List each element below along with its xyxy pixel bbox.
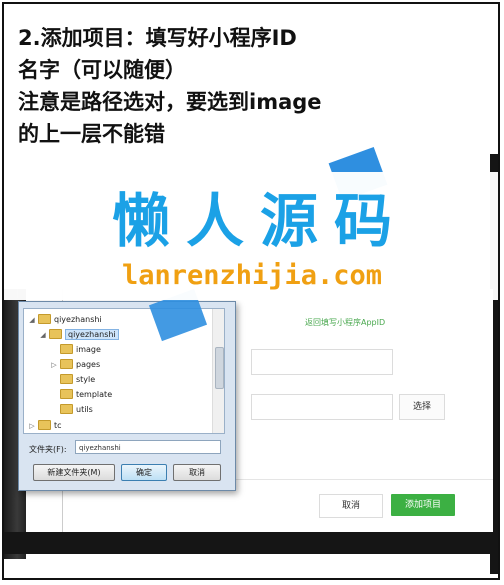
folder-icon xyxy=(60,358,73,369)
add-project-button[interactable]: 添加项目 xyxy=(391,494,455,516)
expand-arrow-icon[interactable]: ▷ xyxy=(28,419,36,433)
tree-item-label: tc xyxy=(54,421,62,430)
instruction-text: 2.添加项目：填写好小程序ID 名字（可以随便） 注意是路径选对，要选到imag… xyxy=(18,22,498,150)
expand-arrow-icon[interactable]: ◢ xyxy=(28,313,36,327)
tree-item-qiyezhanshi[interactable]: ◢ qiyezhanshi xyxy=(39,328,119,342)
appid-hint-link[interactable]: 返回填写小程序AppID xyxy=(305,317,385,328)
tree-item-label: utils xyxy=(76,405,93,414)
folder-icon xyxy=(60,403,73,414)
instruction-line-2: 名字（可以随便） xyxy=(18,58,186,82)
tree-item-label: template xyxy=(76,390,113,399)
appid-input[interactable] xyxy=(251,349,393,375)
tree-item-template[interactable]: template xyxy=(50,388,112,402)
browse-folder-dialog: ◢ qiyezhanshi ◢ qiyezhanshi image ▷ pages style… xyxy=(18,301,236,491)
tree-item-style[interactable]: style xyxy=(50,373,95,387)
watermark-title: 懒人源码 xyxy=(111,187,408,255)
background-dark-bottom xyxy=(4,532,498,554)
folder-icon xyxy=(60,343,73,354)
dialog-cancel-button[interactable]: 取消 xyxy=(173,464,221,481)
tree-item-image[interactable]: image xyxy=(50,343,101,357)
expand-arrow-icon[interactable]: ◢ xyxy=(39,328,47,342)
expand-arrow-icon[interactable]: ▷ xyxy=(50,358,58,372)
instruction-line-3: 注意是路径选对，要选到image xyxy=(18,90,322,114)
folder-label: 文件夹(F): xyxy=(29,445,67,454)
choose-folder-button[interactable]: 选择 xyxy=(399,394,445,420)
folder-icon xyxy=(49,328,62,339)
watermark-url: lanrenzhijia.com xyxy=(121,260,383,291)
folder-icon xyxy=(60,388,73,399)
instruction-line-1: 2.添加项目：填写好小程序ID xyxy=(18,26,297,50)
cancel-button[interactable]: 取消 xyxy=(319,494,383,518)
project-path-input[interactable] xyxy=(251,394,393,420)
tree-item-pages[interactable]: ▷ pages xyxy=(50,358,100,372)
tree-item-label: image xyxy=(76,345,101,354)
tree-item-label: pages xyxy=(76,360,101,369)
folder-path-input[interactable]: qiyezhanshi xyxy=(75,440,221,454)
new-folder-button[interactable]: 新建文件夹(M) xyxy=(33,464,115,481)
tree-scrollbar[interactable] xyxy=(212,309,224,433)
tree-item-tc[interactable]: ▷ tc xyxy=(28,419,62,433)
instruction-line-4: 的上一层不能错 xyxy=(18,122,165,146)
tree-item-label: style xyxy=(76,375,96,384)
tree-item-label: qiyezhanshi xyxy=(54,315,102,324)
ok-button[interactable]: 确定 xyxy=(121,464,167,481)
tree-item-label: qiyezhanshi xyxy=(65,329,119,340)
tutorial-frame: 2.添加项目：填写好小程序ID 名字（可以随便） 注意是路径选对，要选到imag… xyxy=(2,2,500,580)
tree-item-qiyezhanshi[interactable]: ◢ qiyezhanshi xyxy=(28,313,102,327)
scrollbar-thumb[interactable] xyxy=(215,347,224,389)
folder-icon xyxy=(60,373,73,384)
folder-icon xyxy=(38,419,51,430)
tree-item-utils[interactable]: utils xyxy=(50,403,93,417)
folder-icon xyxy=(38,313,51,324)
